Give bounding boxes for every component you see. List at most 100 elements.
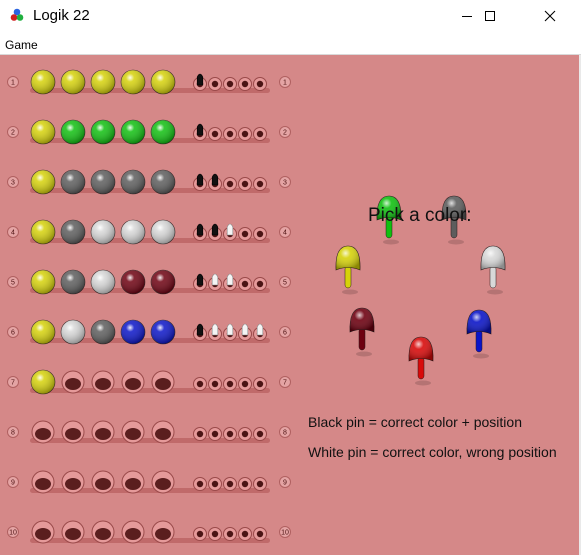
pin-hole-inner	[256, 430, 264, 438]
peg-shine	[31, 270, 55, 294]
maximize-icon	[485, 11, 495, 21]
peg-hole-inner	[65, 428, 81, 440]
pin-hole-inner	[256, 130, 264, 138]
pin-hole-inner	[196, 530, 204, 538]
peg-hole-inner	[35, 478, 51, 490]
pin-hole-inner	[256, 380, 264, 388]
peg-shine	[61, 220, 85, 244]
pin-hole-inner	[226, 80, 234, 88]
peg-shine	[121, 170, 145, 194]
pin-white	[241, 323, 249, 336]
row-number: 4	[283, 230, 287, 237]
pin-hole-inner	[211, 130, 219, 138]
pin-hole-inner	[241, 80, 249, 88]
pick-color-prompt: Pick a color:	[368, 205, 472, 226]
peg-shine	[151, 220, 175, 244]
pin-black	[196, 273, 204, 286]
peg-shine	[91, 270, 115, 294]
pin-black	[196, 223, 204, 236]
peg-shine	[31, 320, 55, 344]
peg-shine	[61, 120, 85, 144]
row-number: 5	[283, 280, 287, 287]
peg-hole-inner	[155, 528, 171, 540]
row-number: 3	[11, 180, 15, 187]
peg-hole-inner	[125, 378, 141, 390]
pin-hole-inner	[211, 380, 219, 388]
peg-shine	[91, 320, 115, 344]
row-number: 3	[283, 180, 287, 187]
row-number: 10	[9, 530, 17, 537]
pin-hole-inner	[211, 430, 219, 438]
pin-white	[211, 323, 219, 336]
peg-hole-inner	[65, 528, 81, 540]
mushroom-shadow	[356, 351, 372, 357]
peg-shine	[121, 120, 145, 144]
peg-shine	[151, 270, 175, 294]
pin-hole-inner	[211, 530, 219, 538]
pin-hole-inner	[241, 180, 249, 188]
peg-shine	[31, 370, 55, 394]
menu-game[interactable]: Game	[5, 38, 38, 52]
pin-hole-inner	[241, 480, 249, 488]
pin-white	[256, 323, 264, 336]
row-number: 8	[11, 430, 15, 437]
peg-shine	[61, 270, 85, 294]
pin-hole-inner	[226, 130, 234, 138]
peg-shine	[151, 320, 175, 344]
mushroom-stem	[489, 265, 497, 289]
pin-black	[211, 173, 219, 186]
pin-hole-inner	[256, 280, 264, 288]
row-number: 8	[283, 430, 287, 437]
pin-black	[211, 223, 219, 236]
pin-hole-inner	[211, 480, 219, 488]
window-title: Logik 22	[33, 7, 90, 24]
peg-shine	[151, 120, 175, 144]
pin-black	[196, 323, 204, 336]
menu-bar: Game	[0, 32, 581, 55]
row-number: 4	[11, 230, 15, 237]
maximize-button[interactable]	[467, 0, 513, 32]
peg-hole-inner	[125, 428, 141, 440]
pin-hole-inner	[256, 80, 264, 88]
row-number: 9	[11, 480, 15, 487]
peg-shine	[31, 170, 55, 194]
row-number: 7	[283, 380, 287, 387]
peg-shine	[61, 170, 85, 194]
row-number: 5	[11, 280, 15, 287]
peg-hole-inner	[95, 528, 111, 540]
pin-hole-inner	[256, 480, 264, 488]
peg-hole-inner	[125, 478, 141, 490]
peg-shine	[121, 320, 145, 344]
row-number: 6	[283, 330, 287, 337]
mushroom-shadow	[383, 239, 399, 245]
row-number: 6	[11, 330, 15, 337]
pin-hole-inner	[241, 530, 249, 538]
pin-hole-inner	[226, 180, 234, 188]
peg-shine	[31, 120, 55, 144]
pin-hole-inner	[241, 230, 249, 238]
close-button[interactable]	[527, 0, 573, 32]
pin-black	[196, 173, 204, 186]
mushroom-shadow	[415, 380, 431, 386]
pin-hole-inner	[241, 130, 249, 138]
pin-hole-inner	[256, 530, 264, 538]
pin-black	[196, 73, 204, 86]
peg-hole-inner	[95, 428, 111, 440]
mushroom-shadow	[487, 289, 503, 295]
mushroom-shadow	[473, 353, 489, 359]
peg-hole-inner	[155, 378, 171, 390]
peg-shine	[121, 270, 145, 294]
close-icon	[544, 10, 556, 22]
pin-hole-inner	[196, 480, 204, 488]
pin-hole-inner	[226, 530, 234, 538]
pin-hole-inner	[196, 430, 204, 438]
pin-white	[211, 273, 219, 286]
peg-shine	[91, 70, 115, 94]
peg-hole-inner	[35, 528, 51, 540]
pin-hole-inner	[196, 380, 204, 388]
pin-hole-inner	[256, 230, 264, 238]
peg-shine	[121, 220, 145, 244]
pin-hole-inner	[226, 480, 234, 488]
peg-hole-inner	[155, 478, 171, 490]
row-number: 9	[283, 480, 287, 487]
